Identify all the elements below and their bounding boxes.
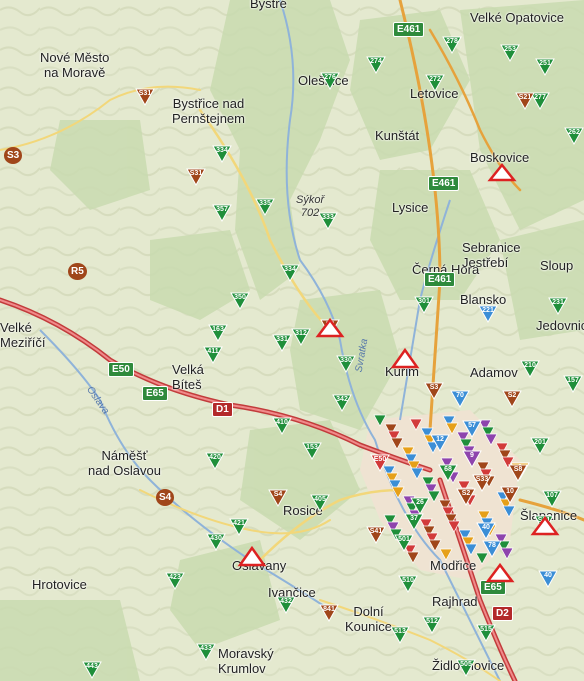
warning-triangle-icon [237,162,560,583]
incident-layer [237,162,560,583]
map-canvas[interactable]: Nové Město na Moravě Bystřice nad Pernšt… [0,0,584,681]
